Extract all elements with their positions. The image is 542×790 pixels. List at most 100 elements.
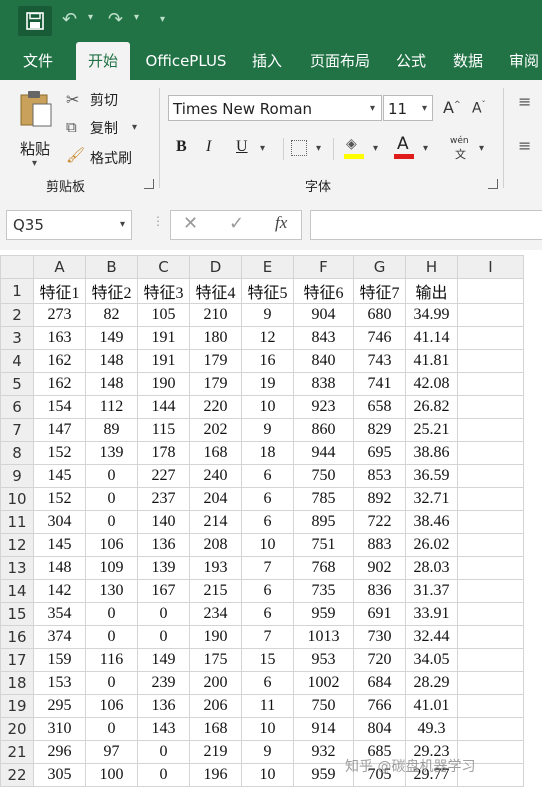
cell[interactable]: 147 (33, 418, 86, 442)
cell[interactable]: 34.05 (405, 648, 458, 672)
cell[interactable]: 18 (241, 441, 294, 465)
cell[interactable]: 191 (137, 326, 190, 350)
row-header[interactable]: 21 (0, 740, 34, 764)
cell[interactable]: 26.02 (405, 533, 458, 557)
cell[interactable]: 特征5 (241, 278, 294, 304)
cell[interactable]: 输出 (405, 278, 458, 304)
tab-review[interactable]: 审阅 (500, 42, 542, 80)
cell[interactable]: 特征3 (137, 278, 190, 304)
cell[interactable]: 10 (241, 533, 294, 557)
cell[interactable]: 237 (137, 487, 190, 511)
decrease-font-size-icon[interactable]: Aˇ (472, 100, 486, 117)
cell[interactable]: 115 (137, 418, 190, 442)
cell[interactable]: 9 (241, 418, 294, 442)
cell[interactable]: 853 (353, 464, 406, 488)
row-header[interactable]: 16 (0, 625, 34, 649)
cell[interactable]: 82 (85, 303, 138, 327)
tab-data[interactable]: 数据 (444, 42, 492, 80)
cell[interactable]: 109 (85, 556, 138, 580)
cell[interactable]: 210 (189, 303, 242, 327)
cell[interactable]: 145 (33, 533, 86, 557)
tab-file[interactable]: 文件 (12, 42, 64, 80)
cell[interactable]: 105 (137, 303, 190, 327)
cell[interactable]: 154 (33, 395, 86, 419)
cell[interactable]: 0 (137, 763, 190, 787)
cell[interactable]: 130 (85, 579, 138, 603)
cell[interactable]: 923 (293, 395, 354, 419)
cell[interactable]: 1013 (293, 625, 354, 649)
tab-page-layout[interactable]: 页面布局 (300, 42, 380, 80)
font-launcher-icon[interactable] (488, 179, 498, 189)
cell[interactable]: 691 (353, 602, 406, 626)
cell[interactable]: 196 (189, 763, 242, 787)
row-header[interactable]: 20 (0, 717, 34, 741)
borders-dropdown-icon[interactable]: ▾ (316, 143, 321, 154)
column-header[interactable]: G (353, 255, 406, 279)
row-header[interactable]: 15 (0, 602, 34, 626)
cell[interactable]: 684 (353, 671, 406, 695)
cell[interactable]: 904 (293, 303, 354, 327)
cell[interactable]: 142 (33, 579, 86, 603)
cell[interactable]: 239 (137, 671, 190, 695)
cell[interactable]: 193 (189, 556, 242, 580)
redo-icon[interactable]: ↷ (108, 10, 123, 30)
cell[interactable] (457, 717, 524, 741)
cell[interactable]: 特征7 (353, 278, 406, 304)
cell[interactable]: 9 (241, 303, 294, 327)
cell[interactable]: 179 (189, 349, 242, 373)
underline-button[interactable]: U (236, 138, 248, 156)
format-painter-button[interactable]: 格式刷 (90, 148, 132, 168)
cell[interactable]: 234 (189, 602, 242, 626)
cell[interactable]: 0 (85, 671, 138, 695)
font-color-dropdown-icon[interactable]: ▾ (423, 143, 428, 154)
cell[interactable]: 89 (85, 418, 138, 442)
cell[interactable]: 6 (241, 579, 294, 603)
row-header[interactable]: 14 (0, 579, 34, 603)
row-header[interactable]: 7 (0, 418, 34, 442)
cell[interactable]: 97 (85, 740, 138, 764)
cell[interactable] (457, 556, 524, 580)
row-header[interactable]: 18 (0, 671, 34, 695)
row-header[interactable]: 11 (0, 510, 34, 534)
cell[interactable]: 305 (33, 763, 86, 787)
cell[interactable]: 6 (241, 510, 294, 534)
row-header[interactable]: 10 (0, 487, 34, 511)
cell[interactable] (457, 278, 524, 304)
save-button[interactable] (18, 6, 52, 36)
cell[interactable]: 16 (241, 349, 294, 373)
cell[interactable]: 735 (293, 579, 354, 603)
cell[interactable]: 144 (137, 395, 190, 419)
cell[interactable]: 227 (137, 464, 190, 488)
cell[interactable]: 296 (33, 740, 86, 764)
cell[interactable]: 944 (293, 441, 354, 465)
cell[interactable]: 722 (353, 510, 406, 534)
cell[interactable] (457, 694, 524, 718)
cell[interactable]: 152 (33, 441, 86, 465)
cell[interactable]: 6 (241, 487, 294, 511)
cell[interactable]: 6 (241, 464, 294, 488)
cell[interactable]: 36.59 (405, 464, 458, 488)
cell[interactable]: 145 (33, 464, 86, 488)
cell[interactable] (457, 441, 524, 465)
cell[interactable]: 746 (353, 326, 406, 350)
cell[interactable]: 953 (293, 648, 354, 672)
cell[interactable]: 32.44 (405, 625, 458, 649)
cell[interactable]: 特征4 (189, 278, 242, 304)
undo-icon[interactable]: ↶ (62, 10, 77, 30)
cell[interactable]: 9 (241, 740, 294, 764)
cell[interactable]: 7 (241, 625, 294, 649)
paste-button[interactable]: 粘贴 ▾ (14, 88, 58, 169)
cell[interactable]: 148 (33, 556, 86, 580)
cell[interactable]: 41.01 (405, 694, 458, 718)
row-header[interactable]: 17 (0, 648, 34, 672)
cell[interactable] (457, 648, 524, 672)
cell[interactable]: 768 (293, 556, 354, 580)
cell[interactable]: 190 (189, 625, 242, 649)
row-header[interactable]: 2 (0, 303, 34, 327)
cell[interactable]: 112 (85, 395, 138, 419)
cell[interactable]: 0 (85, 487, 138, 511)
cell[interactable]: 167 (137, 579, 190, 603)
cell[interactable] (457, 464, 524, 488)
cell[interactable]: 200 (189, 671, 242, 695)
cell[interactable]: 143 (137, 717, 190, 741)
